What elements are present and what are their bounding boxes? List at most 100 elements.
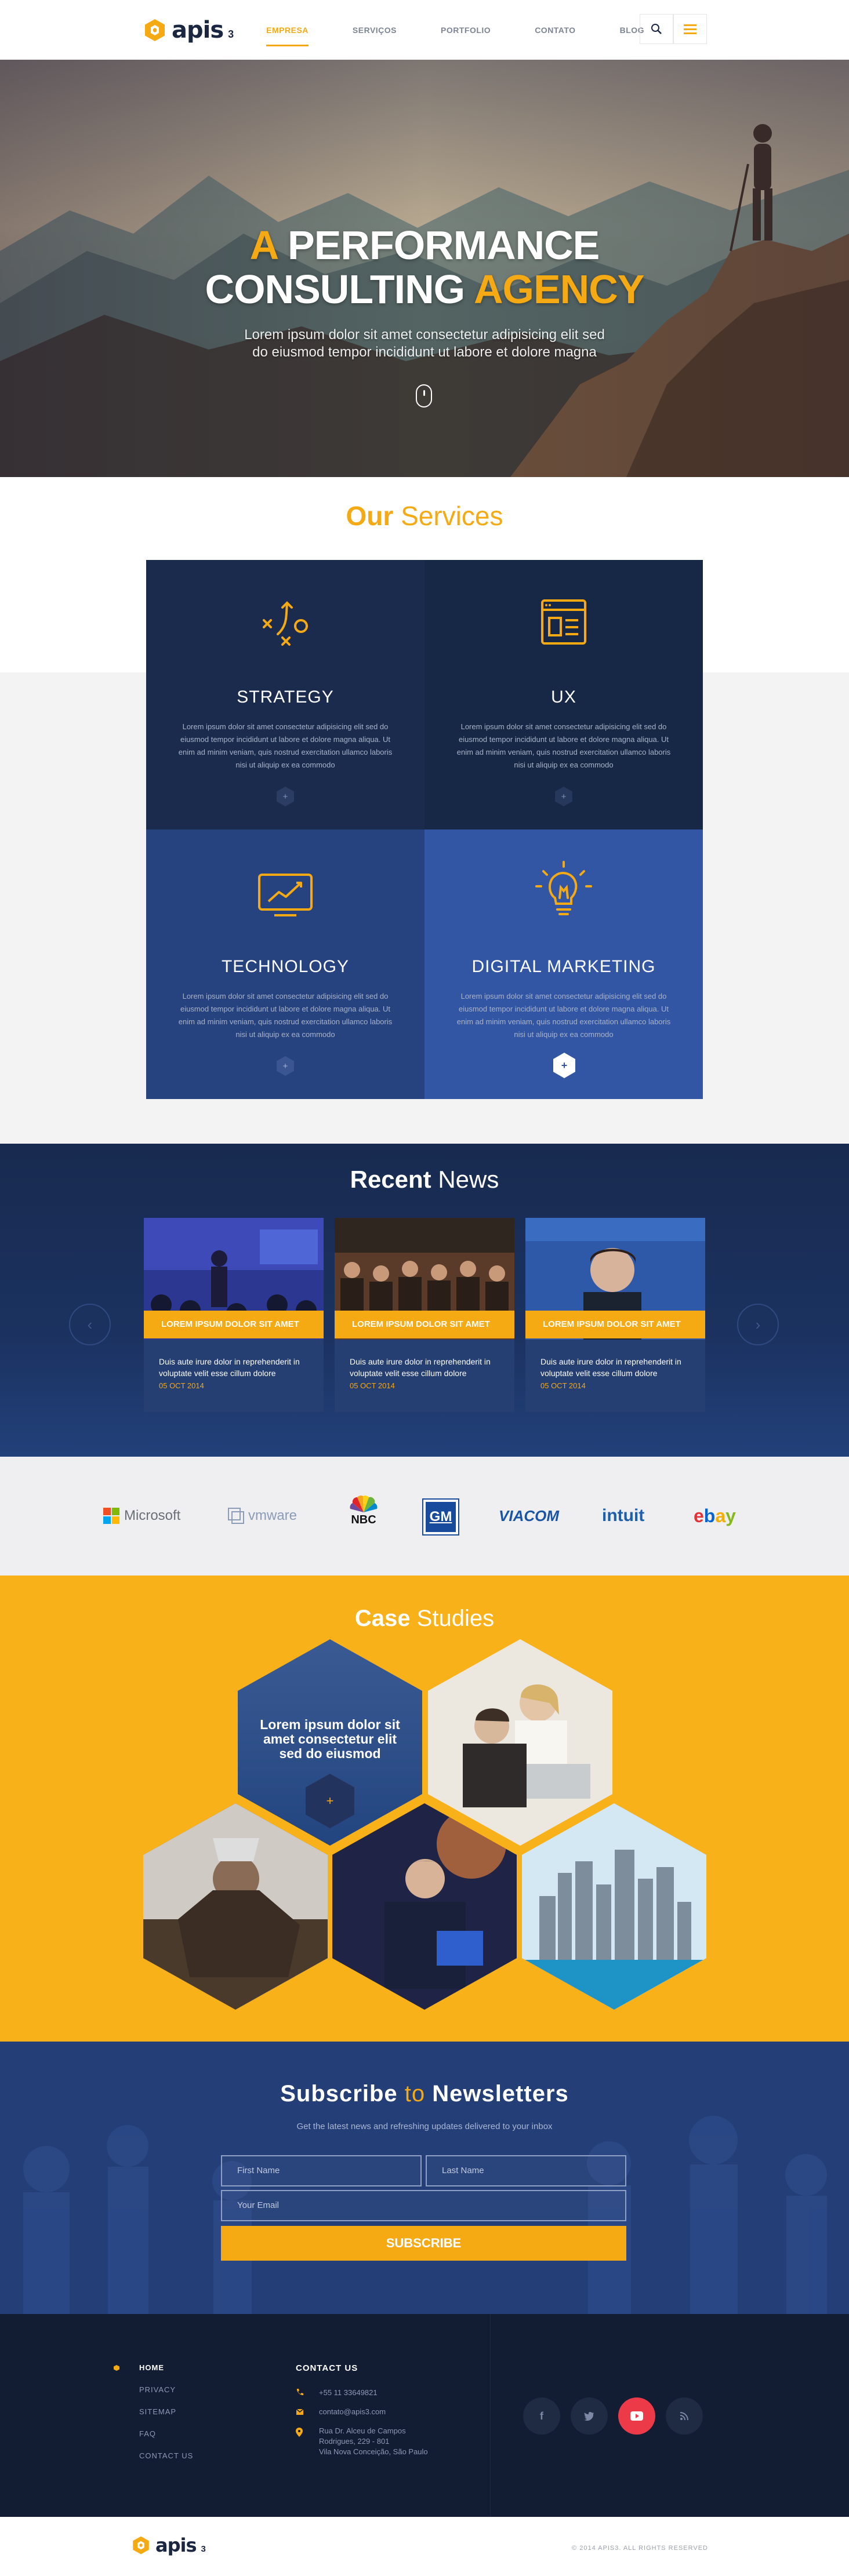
- service-card-technology[interactable]: TECHNOLOGY Lorem ipsum dolor sit amet co…: [146, 829, 424, 1099]
- microsoft-logo[interactable]: Microsoft: [103, 1500, 180, 1532]
- nav-item-portfolio[interactable]: PORTFOLIO: [441, 20, 491, 41]
- footer-divider: [490, 2314, 491, 2517]
- expand-plus-icon[interactable]: +: [553, 786, 574, 807]
- newsletter-title: Subscribe to Newsletters: [0, 2081, 849, 2107]
- case-studies-title: Case Studies: [0, 1576, 849, 1632]
- last-name-field[interactable]: Last Name: [426, 2155, 626, 2186]
- client-logos: Microsoft vmware NBC GM VIACOM intuit eb…: [0, 1457, 849, 1576]
- case-hex-city-skyline[interactable]: [522, 1803, 706, 2010]
- hero-subtitle-line-2: do eiusmod tempor incididunt ut labore e…: [252, 344, 597, 360]
- footer-phone: +55 11 33649821: [319, 2388, 378, 2397]
- news-date: 05 OCT 2014: [350, 1381, 395, 1390]
- nav-item-empresa[interactable]: EMPRESA: [266, 20, 309, 46]
- footer-logo[interactable]: apis 3: [131, 2534, 206, 2556]
- logo[interactable]: apis 3: [143, 17, 234, 43]
- expand-plus-icon[interactable]: +: [275, 1056, 296, 1076]
- intuit-logo-text: intuit: [602, 1506, 645, 1525]
- newsletter-subtitle: Get the latest news and refreshing updat…: [296, 2122, 553, 2131]
- menu-button[interactable]: [673, 14, 707, 44]
- expand-plus-icon[interactable]: +: [275, 786, 296, 807]
- first-name-field[interactable]: First Name: [221, 2155, 422, 2186]
- viacom-logo[interactable]: VIACOM: [499, 1500, 559, 1532]
- expand-plus-icon[interactable]: +: [552, 1052, 576, 1079]
- hero-subtitle-line-1: Lorem ipsum dolor sit amet consectetur a…: [244, 327, 605, 343]
- service-card-strategy[interactable]: STRATEGY Lorem ipsum dolor sit amet cons…: [146, 560, 424, 829]
- intuit-logo[interactable]: intuit: [602, 1500, 644, 1532]
- ux-browser-icon: [541, 599, 586, 645]
- twitter-button[interactable]: [571, 2397, 608, 2435]
- site-footer: HOME PRIVACY SITEMAP FAQ CONTACT US CONT…: [0, 2314, 849, 2517]
- case-hex-laptop-man[interactable]: [332, 1803, 517, 2010]
- hero-banner: A PERFORMANCE CONSULTING AGENCY Lorem ip…: [0, 60, 849, 477]
- news-image-audience: LOREM IPSUM DOLOR SIT AMET: [335, 1218, 514, 1340]
- copyright-text: © 2014 APIS3. ALL RIGHTS RESERVED: [572, 2545, 708, 2552]
- service-title: DIGITAL MARKETING: [471, 957, 656, 976]
- hero-title-part-1: PERFORMANCE: [277, 223, 600, 268]
- facebook-icon: f: [540, 2410, 543, 2422]
- scroll-down-icon[interactable]: [416, 384, 432, 407]
- logo-mark-icon: [145, 19, 165, 41]
- case-hex-business-people[interactable]: [428, 1639, 612, 1846]
- news-card[interactable]: LOREM IPSUM DOLOR SIT AMET Duis aute iru…: [335, 1218, 514, 1412]
- news-text: Duis aute irure dolor in reprehenderit i…: [350, 1357, 491, 1378]
- footer-address-line: Rodrigues, 229 - 801: [319, 2437, 390, 2446]
- ebay-logo-text: ebay: [694, 1505, 736, 1526]
- service-card-ux[interactable]: UX Lorem ipsum dolor sit amet consectetu…: [424, 560, 703, 829]
- footer-logo-sub: 3: [201, 2544, 206, 2554]
- news-card[interactable]: LOREM IPSUM DOLOR SIT AMET Duis aute iru…: [525, 1218, 705, 1412]
- case-hex-caption: Lorem ipsum dolor sit amet consectetur e…: [260, 1717, 400, 1761]
- services-title: Our Services: [0, 477, 849, 532]
- footer-link-home[interactable]: HOME: [139, 2363, 193, 2372]
- mud-runner-photo: [143, 1803, 328, 2010]
- twitter-icon: [584, 2412, 594, 2421]
- footer-email[interactable]: contato@apis3.com: [319, 2407, 386, 2417]
- microsoft-windows-icon: [103, 1508, 119, 1524]
- nbc-logo-text: NBC: [351, 1513, 376, 1526]
- facebook-button[interactable]: f: [523, 2397, 560, 2435]
- case-studies-title-bold: Case: [354, 1606, 411, 1631]
- footer-address-line: Vila Nova Conceição, São Paulo: [319, 2447, 428, 2456]
- news-text: Duis aute irure dolor in reprehenderit i…: [159, 1357, 300, 1378]
- gm-logo[interactable]: GM: [422, 1498, 459, 1536]
- footer-address: Rua Dr. Alceu de Campos Rodrigues, 229 -…: [319, 2426, 428, 2457]
- case-hex-mud-runner[interactable]: [143, 1803, 328, 2010]
- prev-arrow-button[interactable]: ‹: [69, 1304, 111, 1345]
- case-hex-plus-icon[interactable]: +: [306, 1774, 354, 1828]
- nav-item-servicos[interactable]: SERVIÇOS: [353, 20, 397, 41]
- service-card-digital-marketing[interactable]: DIGITAL MARKETING Lorem ipsum dolor sit …: [424, 829, 703, 1099]
- nav-item-contato[interactable]: CONTATO: [535, 20, 575, 41]
- envelope-icon: [296, 2408, 304, 2415]
- news-headline: LOREM IPSUM DOLOR SIT AMET: [144, 1311, 324, 1338]
- news-card[interactable]: LOREM IPSUM DOLOR SIT AMET Duis aute iru…: [144, 1218, 324, 1412]
- case-hex-featured[interactable]: Lorem ipsum dolor sit amet consectetur e…: [238, 1639, 422, 1846]
- logo-sub: 3: [228, 28, 234, 40]
- hamburger-icon: [684, 24, 696, 34]
- next-arrow-button[interactable]: ›: [737, 1304, 779, 1345]
- footer-link-faq[interactable]: FAQ: [139, 2429, 193, 2438]
- email-field[interactable]: Your Email: [221, 2190, 626, 2221]
- service-title: STRATEGY: [237, 687, 334, 707]
- youtube-icon: [630, 2411, 643, 2421]
- news-title-rest: News: [431, 1166, 499, 1193]
- search-button[interactable]: [640, 14, 673, 44]
- rss-button[interactable]: [666, 2397, 703, 2435]
- service-text: Lorem ipsum dolor sit amet consectetur a…: [456, 992, 671, 1039]
- phone-icon: [296, 2389, 303, 2396]
- news-image-conference: LOREM IPSUM DOLOR SIT AMET: [144, 1218, 324, 1340]
- footer-link-sitemap[interactable]: SITEMAP: [139, 2407, 193, 2416]
- footer-link-privacy[interactable]: PRIVACY: [139, 2385, 193, 2394]
- footer-link-contact[interactable]: CONTACT US: [139, 2451, 193, 2460]
- business-photo: [428, 1639, 612, 1846]
- news-headline: LOREM IPSUM DOLOR SIT AMET: [335, 1311, 514, 1338]
- microsoft-logo-text: Microsoft: [124, 1508, 181, 1523]
- viacom-logo-text: VIACOM: [499, 1507, 559, 1525]
- hero-title-accent-2: AGENCY: [473, 267, 644, 312]
- youtube-button[interactable]: [618, 2397, 655, 2435]
- ebay-logo[interactable]: ebay: [694, 1500, 736, 1532]
- vmware-logo[interactable]: vmware: [227, 1500, 297, 1532]
- newsletter-title-part-1: Subscribe: [280, 2081, 405, 2106]
- nbc-logo[interactable]: NBC: [349, 1495, 378, 1527]
- recent-news-section: Recent News ‹ › LOREM IPSUM DOLOR SIT AM…: [0, 1144, 849, 1457]
- subscribe-button[interactable]: SUBSCRIBE: [221, 2226, 626, 2261]
- service-title: UX: [551, 687, 576, 707]
